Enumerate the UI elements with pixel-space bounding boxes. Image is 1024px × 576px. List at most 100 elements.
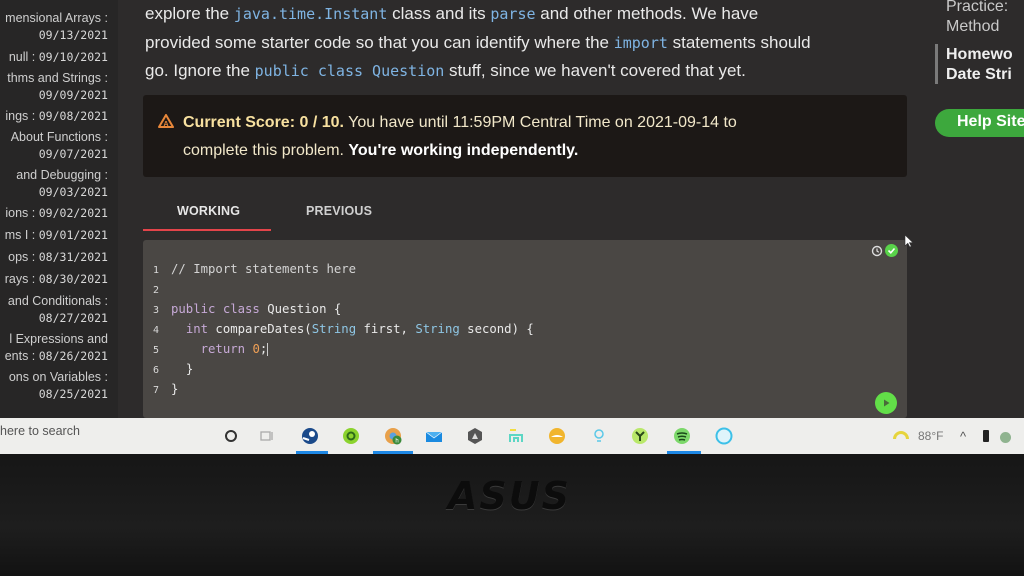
cortana-icon[interactable]	[222, 427, 240, 445]
cyan-app-icon[interactable]	[507, 427, 525, 445]
text: class and its	[387, 4, 491, 23]
temperature[interactable]: 88°F	[918, 429, 943, 443]
item-title: ms I :	[4, 228, 36, 242]
weather-app-icon[interactable]	[548, 427, 566, 445]
text: stuff, since we haven't covered that yet…	[444, 61, 746, 80]
play-icon	[884, 399, 890, 407]
practice-link[interactable]: Practice:	[946, 0, 1008, 17]
sidebar-item[interactable]: mensional Arrays : 09/13/2021	[5, 10, 108, 44]
practice-link-cont[interactable]: Method	[946, 17, 999, 37]
item-date: 09/13/2021	[38, 28, 108, 42]
code-text: first,	[356, 322, 416, 336]
inline-code: java.time.Instant	[233, 5, 388, 23]
sidebar-item[interactable]: and Conditionals : 08/27/2021	[8, 293, 108, 327]
green-ring-app-icon[interactable]	[342, 427, 360, 445]
current-score: Current Score: 0 / 10.	[183, 114, 344, 131]
line-number: 4	[153, 325, 160, 336]
code-text: }	[185, 362, 194, 376]
inline-code: import	[613, 33, 668, 52]
item-title: ions :	[5, 206, 36, 220]
tab-previous[interactable]: PREVIOUS	[306, 204, 372, 218]
item-title: thms and Strings :	[7, 71, 108, 85]
item-date: 08/25/2021	[38, 387, 108, 401]
code-type: String	[311, 322, 357, 336]
text: provided some starter code so that you c…	[145, 32, 614, 52]
homework-link-cont[interactable]: Date Stri	[946, 65, 1012, 85]
blue-ring-app-icon[interactable]	[715, 427, 733, 445]
chrome-icon[interactable]: h	[384, 427, 402, 445]
code-keyword: int	[185, 322, 209, 336]
sidebar-item[interactable]: null : 09/10/2021	[9, 49, 108, 66]
warning-icon: A	[158, 114, 174, 128]
assignments-sidebar: mensional Arrays : 09/13/2021 null : 09/1…	[0, 0, 118, 418]
sidebar-item[interactable]: thms and Strings : 09/09/2021	[7, 70, 108, 104]
item-date: 09/03/2021	[38, 185, 108, 199]
line-number: 7	[153, 385, 160, 396]
mouse-pointer-icon	[904, 234, 914, 248]
sidebar-item[interactable]: l Expressions and ents : 08/26/2021	[5, 331, 108, 365]
steam-icon[interactable]	[301, 427, 319, 445]
sidebar-item[interactable]: rays : 08/30/2021	[5, 271, 108, 288]
item-date: 09/10/2021	[38, 50, 108, 64]
line-number: 1	[153, 265, 160, 276]
run-button[interactable]	[875, 392, 897, 414]
sidebar-item[interactable]: ons on Variables : 08/25/2021	[9, 369, 108, 403]
code-text: }	[171, 382, 179, 396]
code-line: 1 // Import statements here	[153, 260, 534, 280]
code-text: Question {	[259, 302, 342, 316]
item-date: 09/02/2021	[38, 206, 108, 220]
item-title: ings :	[5, 109, 36, 123]
code-line: 4 int compareDates(String first, String …	[153, 320, 534, 340]
task-view-icon[interactable]	[258, 427, 276, 445]
sidebar-item[interactable]: ms I : 09/01/2021	[5, 227, 108, 244]
line-number: 2	[153, 285, 160, 296]
text-cursor	[267, 343, 269, 356]
weather-icon[interactable]	[893, 431, 909, 439]
check-icon	[885, 244, 898, 257]
help-site-button[interactable]: Help Site	[935, 109, 1024, 137]
item-title: null :	[8, 50, 36, 64]
active-tab-indicator	[143, 229, 271, 231]
current-indicator	[935, 44, 938, 84]
tray-app-icon[interactable]	[1000, 432, 1011, 443]
homework-link[interactable]: Homewo	[946, 45, 1013, 65]
screen: mensional Arrays : 09/13/2021 null : 09/1…	[0, 0, 1024, 418]
item-title-cont: ents :	[4, 349, 36, 363]
text: go. Ignore the	[145, 61, 255, 80]
code-text: ;	[259, 342, 268, 356]
sidebar-item[interactable]: About Functions : 09/07/2021	[11, 129, 108, 163]
spotify-icon[interactable]	[673, 427, 691, 445]
sidebar-item[interactable]: ions : 09/02/2021	[5, 205, 108, 222]
sidebar-item[interactable]: and Debugging : 09/03/2021	[16, 167, 108, 201]
problem-description: explore the java.time.Instant class and …	[145, 0, 915, 86]
svg-text:A: A	[163, 121, 168, 128]
brand-logo: ASUS	[448, 474, 572, 518]
history-icon[interactable]	[871, 245, 883, 257]
bulb-app-icon[interactable]	[590, 427, 608, 445]
sidebar-item[interactable]: ings : 09/08/2021	[5, 108, 108, 125]
code-number: 0	[252, 342, 260, 356]
battery-icon[interactable]	[983, 430, 989, 442]
alert-text: complete this problem.	[183, 142, 349, 159]
code-editor[interactable]: 1 // Import statements here 2 3 public cla…	[143, 240, 907, 418]
item-title: About Functions :	[10, 130, 108, 144]
mail-icon[interactable]	[425, 427, 443, 445]
item-date: 09/09/2021	[38, 88, 108, 102]
tab-working[interactable]: WORKING	[177, 204, 240, 218]
editor-tabs: WORKING PREVIOUS	[143, 196, 907, 232]
code-line: 3 public class Question {	[153, 300, 534, 320]
green-y-app-icon[interactable]	[631, 427, 649, 445]
sidebar-item[interactable]: ops : 08/31/2021	[8, 249, 108, 266]
text: statements should	[667, 32, 811, 52]
item-date: 08/27/2021	[38, 311, 108, 325]
item-date: 08/31/2021	[38, 250, 108, 264]
line-number: 6	[153, 365, 160, 376]
right-sidebar: Practice: Method Homewo Date Stri Help S…	[930, 0, 1024, 418]
chevron-up-icon[interactable]: ^	[960, 429, 966, 444]
item-title: mensional Arrays :	[5, 11, 108, 25]
taskbar-search[interactable]: here to search	[0, 418, 200, 454]
score-alert: A Current Score: 0 / 10. You have until …	[143, 95, 907, 177]
code-content[interactable]: 1 // Import statements here 2 3 public cla…	[153, 260, 534, 400]
item-date: 08/26/2021	[38, 349, 108, 363]
hex-app-icon[interactable]	[466, 427, 484, 445]
